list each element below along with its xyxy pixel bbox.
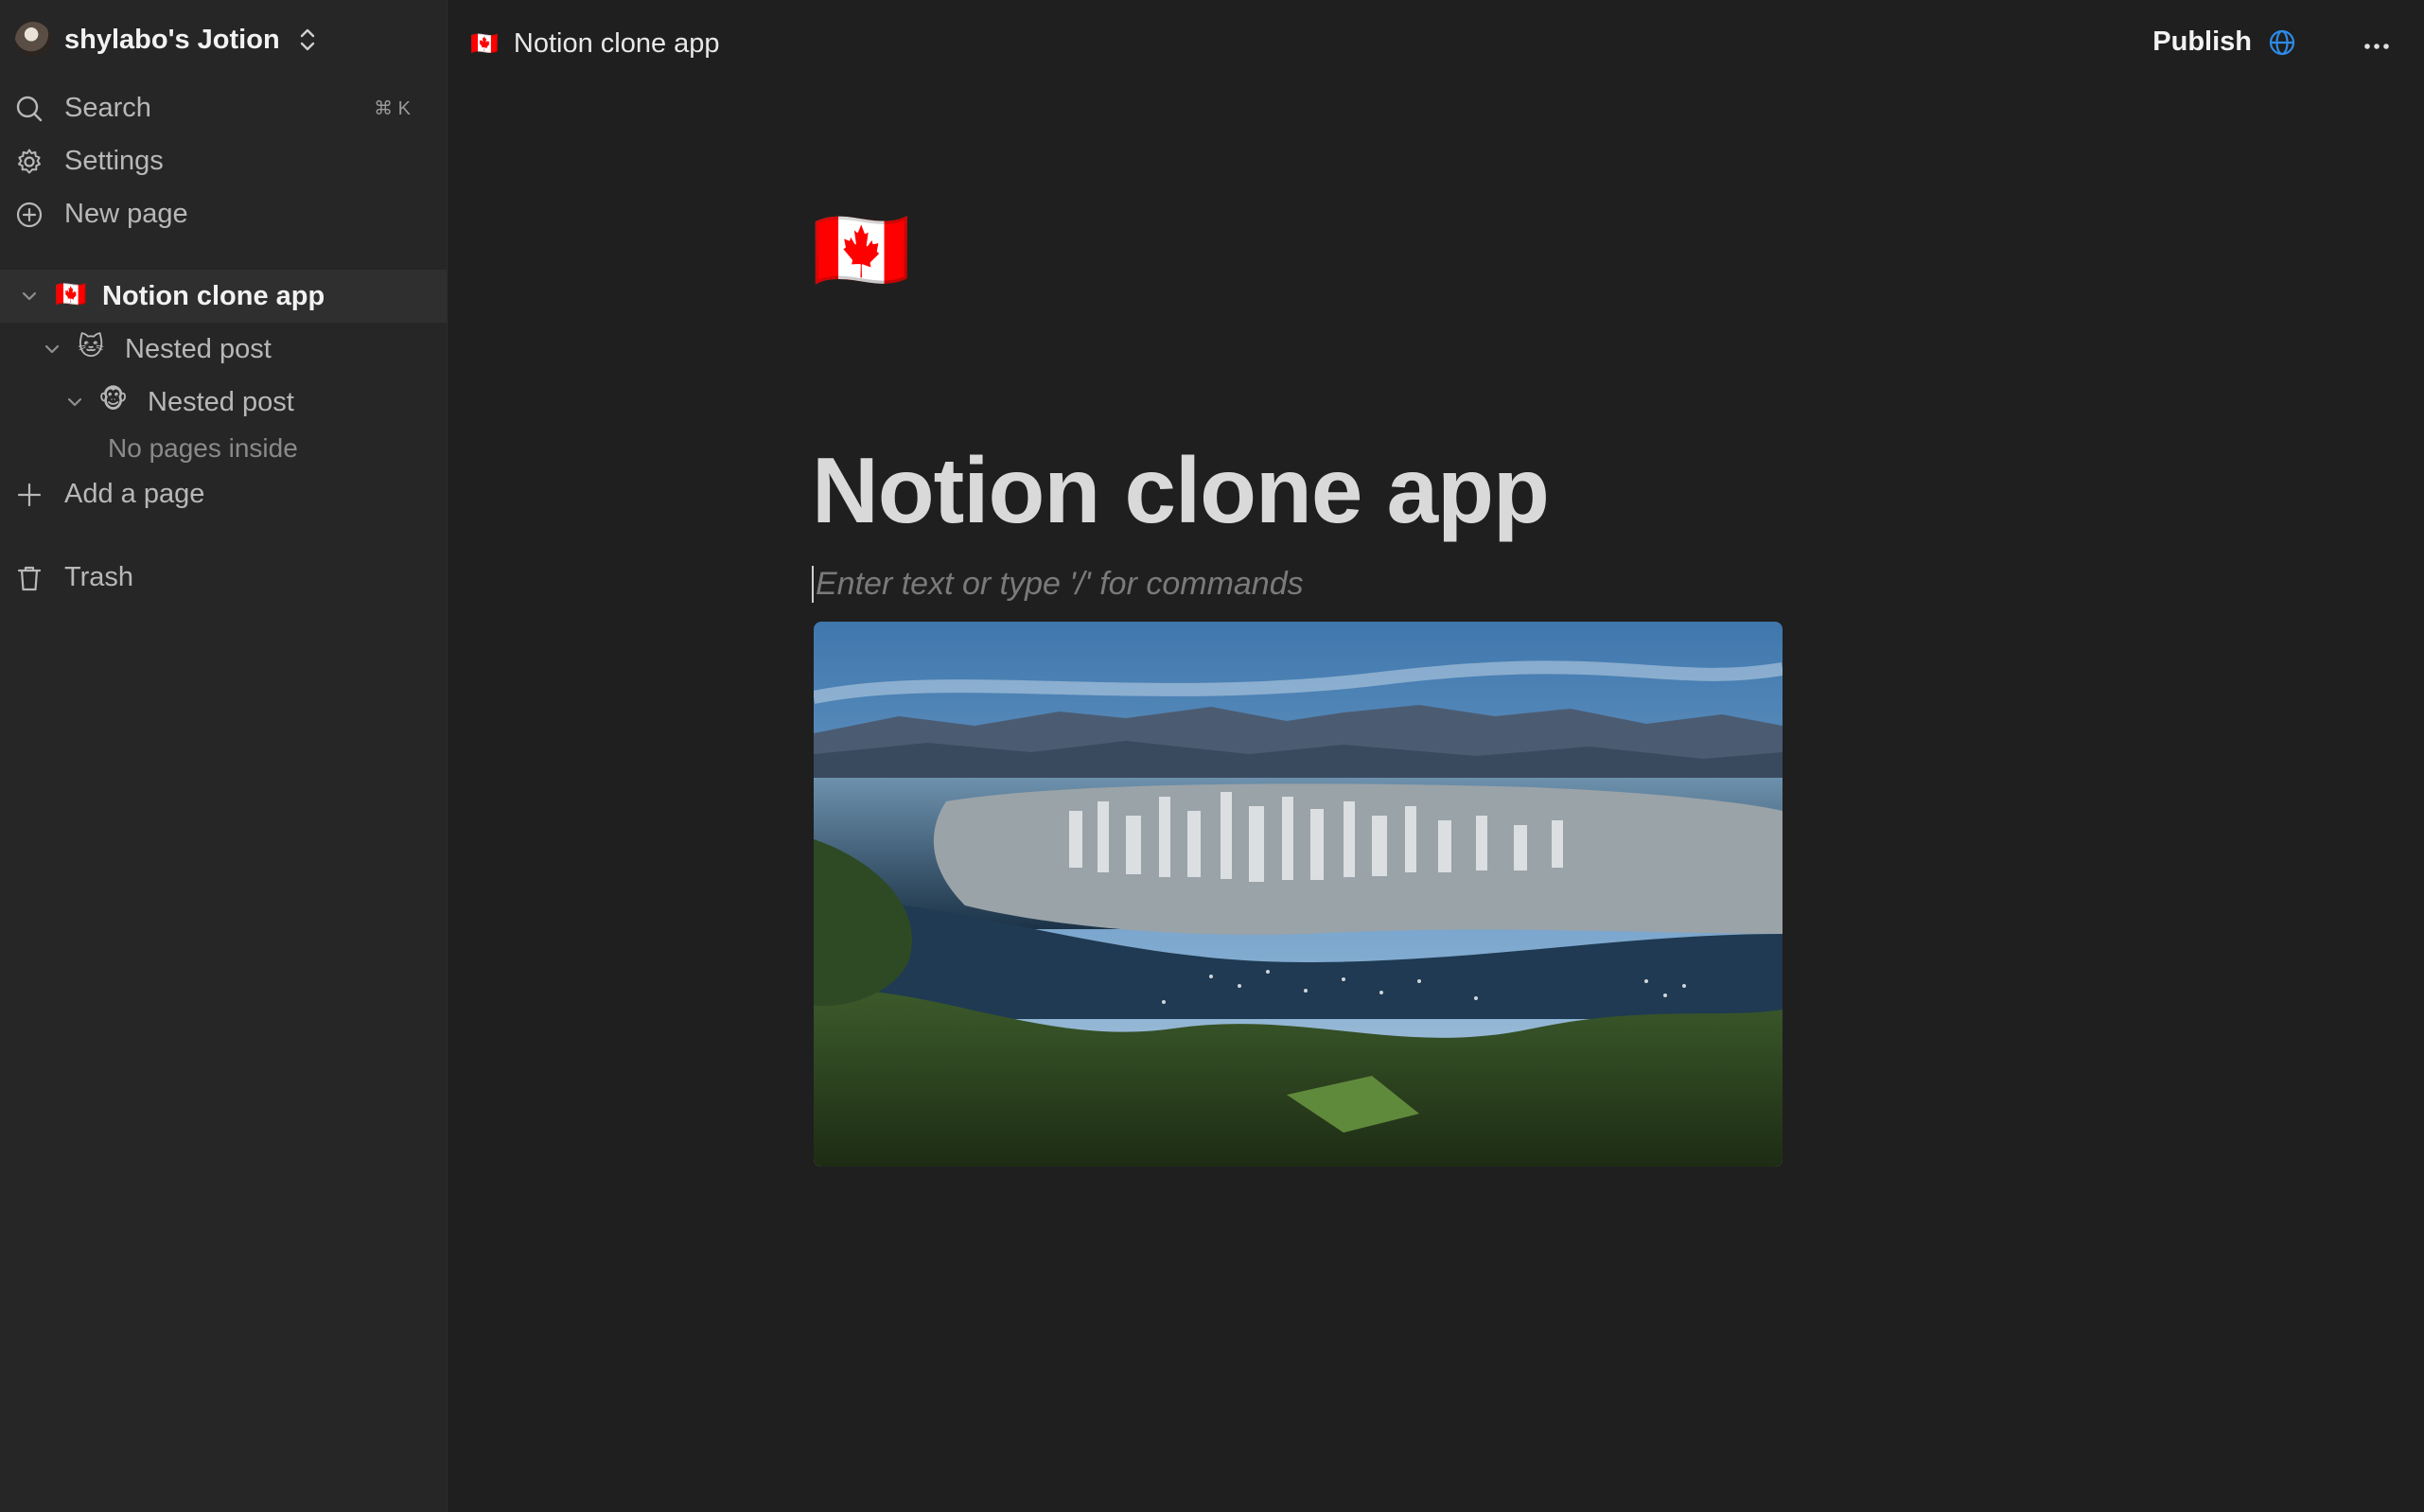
publish-button[interactable]: Publish: [2152, 26, 2297, 58]
globe-icon: [2269, 29, 2295, 55]
settings-label: Settings: [64, 145, 164, 176]
add-page-label: Add a page: [64, 478, 205, 509]
search-icon: [16, 96, 43, 122]
settings-button[interactable]: Settings: [0, 136, 447, 185]
sidebar-item-nested-post[interactable]: 🐱 Nested post: [0, 323, 447, 376]
editor-input[interactable]: Enter text or type '/' for commands: [812, 566, 1304, 603]
search-label: Search: [64, 92, 151, 123]
page-title: Nested post: [148, 386, 294, 417]
search-button[interactable]: Search ⌘ K: [0, 83, 447, 132]
trash-label: Trash: [64, 561, 134, 592]
chevron-down-icon[interactable]: [42, 339, 62, 360]
page-emoji: 🇨🇦: [55, 280, 87, 308]
page-emoji: 🐵: [98, 385, 129, 413]
new-page-label: New page: [64, 198, 188, 229]
trash-button[interactable]: Trash: [0, 553, 447, 602]
chevron-down-icon[interactable]: [19, 286, 40, 307]
page-title-heading[interactable]: Notion clone app: [812, 437, 1550, 544]
city-skyline-image: [814, 622, 1783, 1167]
page-icon[interactable]: 🇨🇦: [812, 210, 911, 290]
chevron-down-icon[interactable]: [64, 392, 85, 413]
new-page-button[interactable]: New page: [0, 189, 447, 238]
gear-icon: [18, 149, 41, 174]
sidebar-item-nested-post-2[interactable]: 🐵 Nested post: [0, 376, 447, 429]
breadcrumb-title: Notion clone app: [513, 28, 720, 59]
page-title: Nested post: [125, 333, 272, 364]
breadcrumb[interactable]: 🇨🇦 Notion clone app: [470, 28, 720, 60]
add-page-button[interactable]: Add a page: [0, 469, 447, 519]
workspace-switcher[interactable]: shylabo's Jotion: [15, 17, 318, 62]
empty-pages-label: No pages inside: [108, 433, 298, 463]
plus-circle-icon: [16, 202, 43, 228]
more-horizontal-icon[interactable]: [2362, 34, 2392, 59]
avatar: [15, 22, 51, 58]
chevrons-up-down-icon: [300, 28, 314, 51]
cover-image: [814, 622, 1783, 1167]
publish-label: Publish: [2152, 26, 2252, 57]
workspace-name: shylabo's Jotion: [64, 24, 280, 55]
sidebar: shylabo's Jotion Search ⌘ K Settings New…: [0, 0, 448, 1512]
sidebar-item-notion-clone-app[interactable]: 🇨🇦 Notion clone app: [0, 270, 447, 323]
page-emoji: 🐱: [78, 332, 105, 360]
plus-icon: [17, 483, 42, 507]
page-title: Notion clone app: [102, 280, 325, 311]
topbar: 🇨🇦 Notion clone app Publish: [448, 0, 2424, 95]
search-shortcut: ⌘ K: [374, 97, 411, 119]
breadcrumb-emoji: 🇨🇦: [470, 31, 499, 57]
trash-icon: [17, 566, 42, 591]
